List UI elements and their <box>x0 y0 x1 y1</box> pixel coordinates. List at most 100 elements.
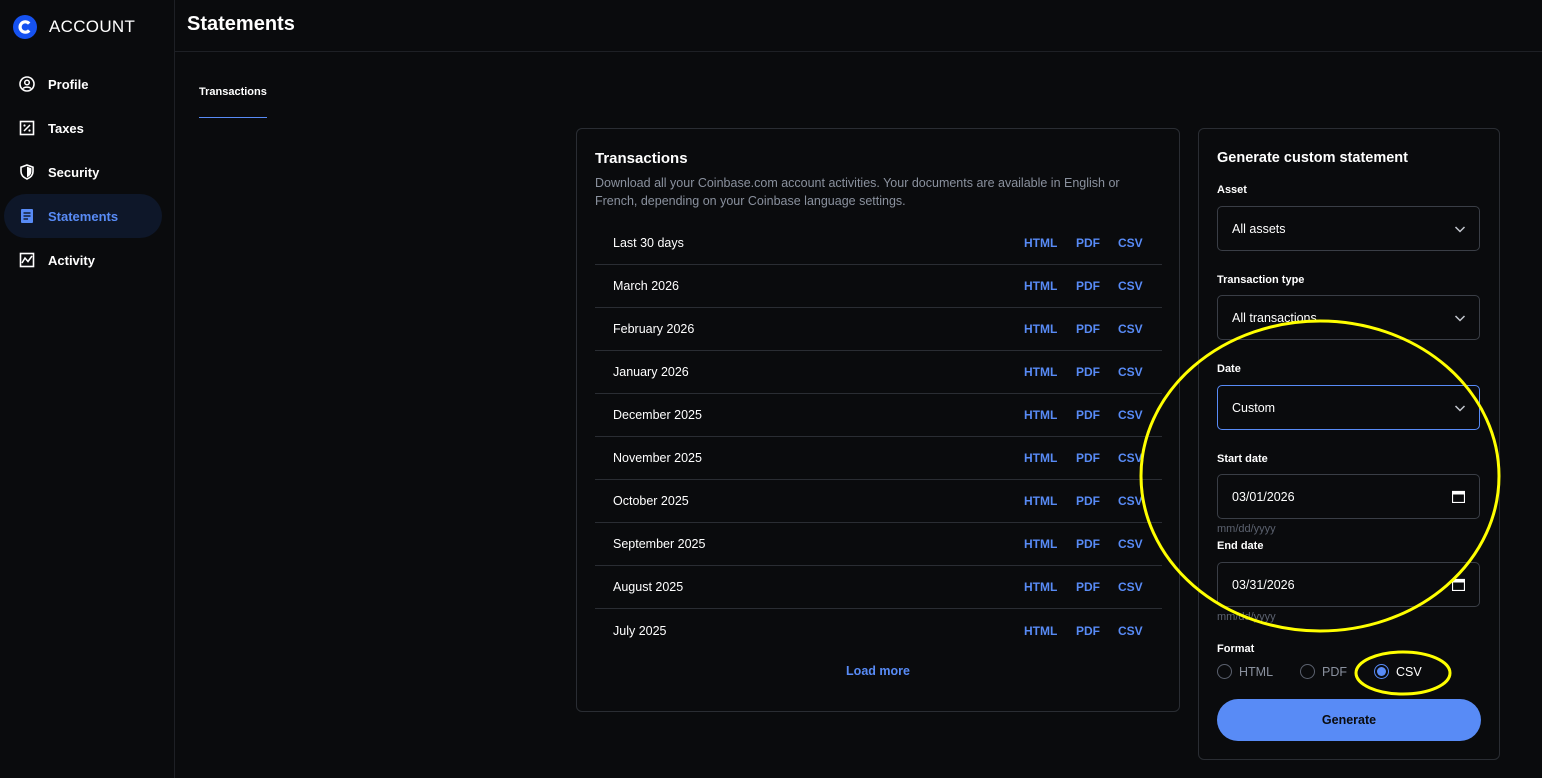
transaction-type-select[interactable]: All transactions <box>1217 295 1480 340</box>
download-html-link[interactable]: HTML <box>1024 451 1057 465</box>
brand-label: ACCOUNT <box>49 17 136 36</box>
header: Statements <box>175 0 1542 52</box>
radio-circle <box>1374 664 1390 679</box>
transaction-type-value: All transactions <box>1232 310 1317 325</box>
chevron-down-icon <box>1454 405 1466 412</box>
statement-period-label: November 2025 <box>613 451 702 465</box>
download-html-link[interactable]: HTML <box>1024 624 1057 638</box>
download-pdf-link[interactable]: PDF <box>1076 322 1100 336</box>
format-label: Format <box>1217 643 1255 655</box>
download-html-link[interactable]: HTML <box>1024 494 1057 508</box>
sidebar-item-profile[interactable]: Profile <box>4 62 162 106</box>
profile-icon <box>18 75 36 93</box>
sidebar-item-label: Taxes <box>48 120 84 136</box>
download-pdf-link[interactable]: PDF <box>1076 365 1100 379</box>
statements-icon <box>18 207 36 225</box>
sidebar: ACCOUNT Profile Taxes Security Statement… <box>0 0 175 778</box>
format-radio-label: HTML <box>1239 664 1274 679</box>
statement-row: March 2026 HTML PDF CSV <box>595 265 1162 308</box>
tab-transactions[interactable]: Transactions <box>199 86 267 118</box>
download-csv-link[interactable]: CSV <box>1118 537 1143 551</box>
transactions-title: Transactions <box>595 150 688 167</box>
format-radio-csv[interactable]: CSV <box>1374 664 1422 679</box>
chevron-down-icon <box>1454 226 1466 233</box>
tab-bar: Transactions <box>199 82 267 118</box>
statement-row: November 2025 HTML PDF CSV <box>595 437 1162 480</box>
brand[interactable]: ACCOUNT <box>12 14 135 40</box>
end-date-value: 03/31/2026 <box>1232 577 1295 592</box>
download-html-link[interactable]: HTML <box>1024 580 1057 594</box>
statement-period-label: January 2026 <box>613 365 689 379</box>
sidebar-item-activity[interactable]: Activity <box>4 238 162 282</box>
coinbase-logo-icon <box>13 15 37 39</box>
statement-row: August 2025 HTML PDF CSV <box>595 566 1162 609</box>
download-csv-link[interactable]: CSV <box>1118 451 1143 465</box>
sidebar-nav: Profile Taxes Security Statements Activi… <box>4 62 162 282</box>
download-csv-link[interactable]: CSV <box>1118 408 1143 422</box>
asset-select[interactable]: All assets <box>1217 206 1480 251</box>
end-date-hint: mm/dd/yyyy <box>1217 611 1276 623</box>
radio-circle <box>1300 664 1316 679</box>
download-csv-link[interactable]: CSV <box>1118 322 1143 336</box>
format-radio-label: CSV <box>1396 664 1422 679</box>
generate-button[interactable]: Generate <box>1217 699 1481 741</box>
sidebar-item-security[interactable]: Security <box>4 150 162 194</box>
asset-label: Asset <box>1217 184 1247 196</box>
asset-select-value: All assets <box>1232 221 1286 236</box>
calendar-icon[interactable] <box>1452 490 1465 503</box>
sidebar-item-label: Security <box>48 164 100 180</box>
start-date-value: 03/01/2026 <box>1232 489 1295 504</box>
statement-list: Last 30 days HTML PDF CSV March 2026 HTML PDF C… <box>595 222 1162 652</box>
statement-period-label: October 2025 <box>613 494 689 508</box>
download-html-link[interactable]: HTML <box>1024 365 1057 379</box>
sidebar-item-taxes[interactable]: Taxes <box>4 106 162 150</box>
download-pdf-link[interactable]: PDF <box>1076 279 1100 293</box>
download-pdf-link[interactable]: PDF <box>1076 537 1100 551</box>
sidebar-item-statements[interactable]: Statements <box>4 194 162 238</box>
date-label: Date <box>1217 363 1241 375</box>
chevron-down-icon <box>1454 315 1466 322</box>
download-csv-link[interactable]: CSV <box>1118 580 1143 594</box>
format-radio-html[interactable]: HTML <box>1217 664 1273 679</box>
activity-icon <box>18 251 36 269</box>
download-csv-link[interactable]: CSV <box>1118 494 1143 508</box>
sidebar-item-label: Profile <box>48 76 89 92</box>
download-pdf-link[interactable]: PDF <box>1076 494 1100 508</box>
download-html-link[interactable]: HTML <box>1024 537 1057 551</box>
end-date-input[interactable]: 03/31/2026 <box>1217 562 1480 607</box>
sidebar-item-label: Statements <box>48 208 119 224</box>
download-pdf-link[interactable]: PDF <box>1076 451 1100 465</box>
download-html-link[interactable]: HTML <box>1024 322 1057 336</box>
shield-icon <box>18 163 36 181</box>
statement-period-label: March 2026 <box>613 279 680 293</box>
download-csv-link[interactable]: CSV <box>1118 365 1143 379</box>
download-csv-link[interactable]: CSV <box>1118 236 1143 250</box>
statement-row: September 2025 HTML PDF CSV <box>595 523 1162 566</box>
date-select-value: Custom <box>1232 400 1276 415</box>
end-date-label: End date <box>1217 540 1264 552</box>
download-pdf-link[interactable]: PDF <box>1076 236 1100 250</box>
transactions-description: Download all your Coinbase.com account a… <box>595 176 1120 208</box>
calendar-icon[interactable] <box>1452 578 1465 591</box>
download-pdf-link[interactable]: PDF <box>1076 624 1100 638</box>
statement-period-label: August 2025 <box>613 580 684 594</box>
download-pdf-link[interactable]: PDF <box>1076 408 1100 422</box>
download-csv-link[interactable]: CSV <box>1118 624 1143 638</box>
download-html-link[interactable]: HTML <box>1024 279 1057 293</box>
start-date-input[interactable]: 03/01/2026 <box>1217 474 1480 519</box>
format-radio-pdf[interactable]: PDF <box>1300 664 1347 679</box>
sidebar-item-label: Activity <box>48 252 95 268</box>
statement-row: July 2025 HTML PDF CSV <box>595 609 1162 652</box>
start-date-label: Start date <box>1217 453 1268 465</box>
date-select[interactable]: Custom <box>1217 385 1480 430</box>
download-html-link[interactable]: HTML <box>1024 236 1057 250</box>
format-radio-label: PDF <box>1322 664 1348 679</box>
download-html-link[interactable]: HTML <box>1024 408 1057 422</box>
statement-period-label: July 2025 <box>613 623 667 638</box>
download-pdf-link[interactable]: PDF <box>1076 580 1100 594</box>
format-radio-group: HTML PDF CSV <box>1217 664 1449 679</box>
load-more-button[interactable]: Load more <box>577 664 1179 678</box>
statement-period-label: February 2026 <box>613 322 695 336</box>
statement-row: February 2026 HTML PDF CSV <box>595 308 1162 351</box>
download-csv-link[interactable]: CSV <box>1118 279 1143 293</box>
